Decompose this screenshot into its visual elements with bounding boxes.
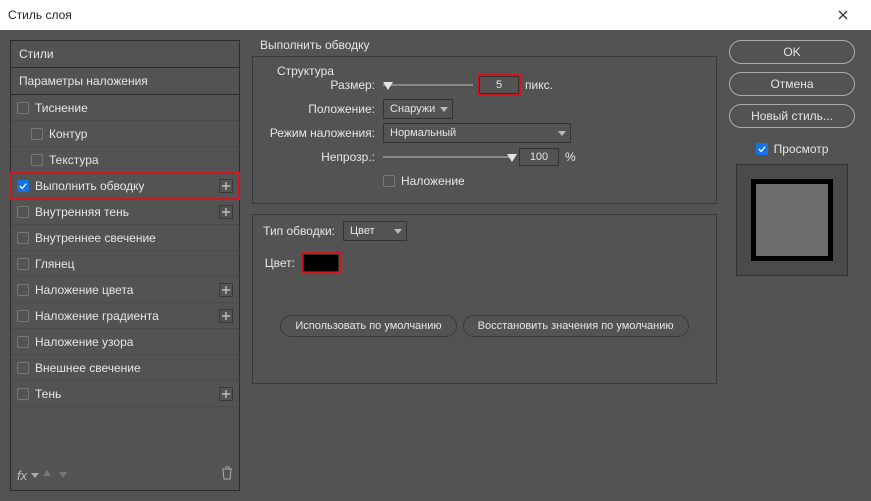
close-icon (838, 10, 848, 20)
color-label: Цвет: (263, 256, 303, 270)
sidebar-item[interactable]: Глянец (11, 251, 239, 277)
blend-label: Режим наложения: (263, 126, 383, 140)
sidebar: Стили Параметры наложения Тиснение Контур… (10, 40, 240, 491)
stroke-type-select[interactable]: Цвет (343, 221, 407, 241)
stroke-type-label: Тип обводки: (263, 224, 343, 238)
chevron-down-icon (394, 229, 402, 234)
effect-label: Выполнить обводку (35, 179, 145, 193)
ok-button[interactable]: OK (729, 40, 855, 64)
sidebar-footer: fx (11, 460, 239, 490)
stroke-type-group: Тип обводки: Цвет Цвет: Использовать по … (252, 214, 717, 384)
structure-group: Структура Размер: пикс. Положение: Снару… (252, 56, 717, 204)
effect-checkbox[interactable] (17, 284, 29, 296)
size-input[interactable] (479, 76, 519, 94)
overprint-label: Наложение (401, 174, 465, 188)
opacity-input[interactable] (519, 148, 559, 166)
effect-label: Тень (35, 387, 61, 401)
preview-thumbnail (736, 164, 848, 276)
chevron-down-icon (440, 107, 448, 112)
effect-label: Наложение градиента (35, 309, 159, 323)
effects-list: Тиснение Контур Текстура Выполнить обводку В… (11, 95, 239, 407)
effect-label: Текстура (49, 153, 99, 167)
color-swatch[interactable] (303, 254, 339, 272)
effect-label: Внешнее свечение (35, 361, 141, 375)
right-pane: OK Отмена Новый стиль... Просмотр (721, 30, 871, 501)
effect-label: Наложение цвета (35, 283, 133, 297)
effect-checkbox[interactable] (17, 336, 29, 348)
reset-default-button[interactable]: Восстановить значения по умолчанию (463, 315, 689, 337)
sidebar-item[interactable]: Внутренняя тень (11, 199, 239, 225)
cancel-button[interactable]: Отмена (729, 72, 855, 96)
layer-style-dialog: Стиль слоя Стили Параметры наложения Тис… (0, 0, 871, 501)
opacity-slider[interactable] (383, 156, 513, 158)
add-effect-icon[interactable] (219, 205, 233, 219)
add-effect-icon[interactable] (219, 387, 233, 401)
effect-checkbox[interactable] (17, 102, 29, 114)
sidebar-item[interactable]: Тень (11, 381, 239, 407)
effect-label: Глянец (35, 257, 75, 271)
chevron-down-icon (558, 131, 566, 136)
effect-checkbox[interactable] (31, 154, 43, 166)
position-select[interactable]: Снаружи (383, 99, 453, 119)
position-label: Положение: (263, 102, 383, 116)
effect-checkbox[interactable] (17, 388, 29, 400)
move-up-icon[interactable] (42, 466, 52, 484)
fx-menu-button[interactable]: fx (17, 468, 27, 483)
close-button[interactable] (823, 0, 863, 30)
fx-caret-icon (31, 466, 39, 484)
effect-label: Контур (49, 127, 87, 141)
sidebar-item[interactable]: Тиснение (11, 95, 239, 121)
titlebar: Стиль слоя (0, 0, 871, 30)
window-title: Стиль слоя (8, 8, 823, 22)
effect-label: Тиснение (35, 101, 88, 115)
opacity-unit: % (565, 150, 576, 164)
overprint-checkbox[interactable] (383, 175, 395, 187)
size-slider[interactable] (383, 84, 473, 86)
add-effect-icon[interactable] (219, 309, 233, 323)
effect-checkbox[interactable] (17, 206, 29, 218)
sidebar-item[interactable]: Внутреннее свечение (11, 225, 239, 251)
sidebar-styles-heading[interactable]: Стили (11, 41, 239, 68)
effect-checkbox[interactable] (17, 180, 29, 192)
structure-inner: Структура Размер: пикс. Положение: Снару… (263, 73, 706, 193)
make-default-button[interactable]: Использовать по умолчанию (280, 315, 456, 337)
effect-checkbox[interactable] (17, 362, 29, 374)
check-icon (758, 145, 766, 153)
sidebar-item[interactable]: Контур (11, 121, 239, 147)
size-label: Размер: (263, 78, 383, 92)
opacity-label: Непрозр.: (263, 150, 383, 164)
trash-icon[interactable] (221, 466, 233, 485)
sidebar-item[interactable]: Наложение градиента (11, 303, 239, 329)
sidebar-item[interactable]: Наложение узора (11, 329, 239, 355)
sidebar-item[interactable]: Выполнить обводку (11, 173, 239, 199)
sidebar-item[interactable]: Текстура (11, 147, 239, 173)
sidebar-item[interactable]: Наложение цвета (11, 277, 239, 303)
main-panel: Выполнить обводку Структура Размер: пикс… (248, 30, 721, 501)
effect-checkbox[interactable] (17, 258, 29, 270)
content: Стили Параметры наложения Тиснение Контур… (0, 30, 871, 501)
effect-label: Наложение узора (35, 335, 133, 349)
new-style-button[interactable]: Новый стиль... (729, 104, 855, 128)
size-unit: пикс. (525, 78, 553, 92)
move-down-icon[interactable] (58, 466, 68, 484)
blend-select[interactable]: Нормальный (383, 123, 571, 143)
effect-checkbox[interactable] (31, 128, 43, 140)
panel-title: Выполнить обводку (260, 38, 717, 52)
structure-title: Структура (273, 64, 338, 78)
sidebar-blending-heading[interactable]: Параметры наложения (11, 68, 239, 95)
effect-checkbox[interactable] (17, 310, 29, 322)
effect-label: Внутреннее свечение (35, 231, 156, 245)
add-effect-icon[interactable] (219, 283, 233, 297)
add-effect-icon[interactable] (219, 179, 233, 193)
effect-checkbox[interactable] (17, 232, 29, 244)
effect-label: Внутренняя тень (35, 205, 129, 219)
preview-checkbox[interactable] (756, 143, 768, 155)
sidebar-item[interactable]: Внешнее свечение (11, 355, 239, 381)
preview-swatch (756, 184, 828, 256)
preview-label: Просмотр (774, 142, 829, 156)
